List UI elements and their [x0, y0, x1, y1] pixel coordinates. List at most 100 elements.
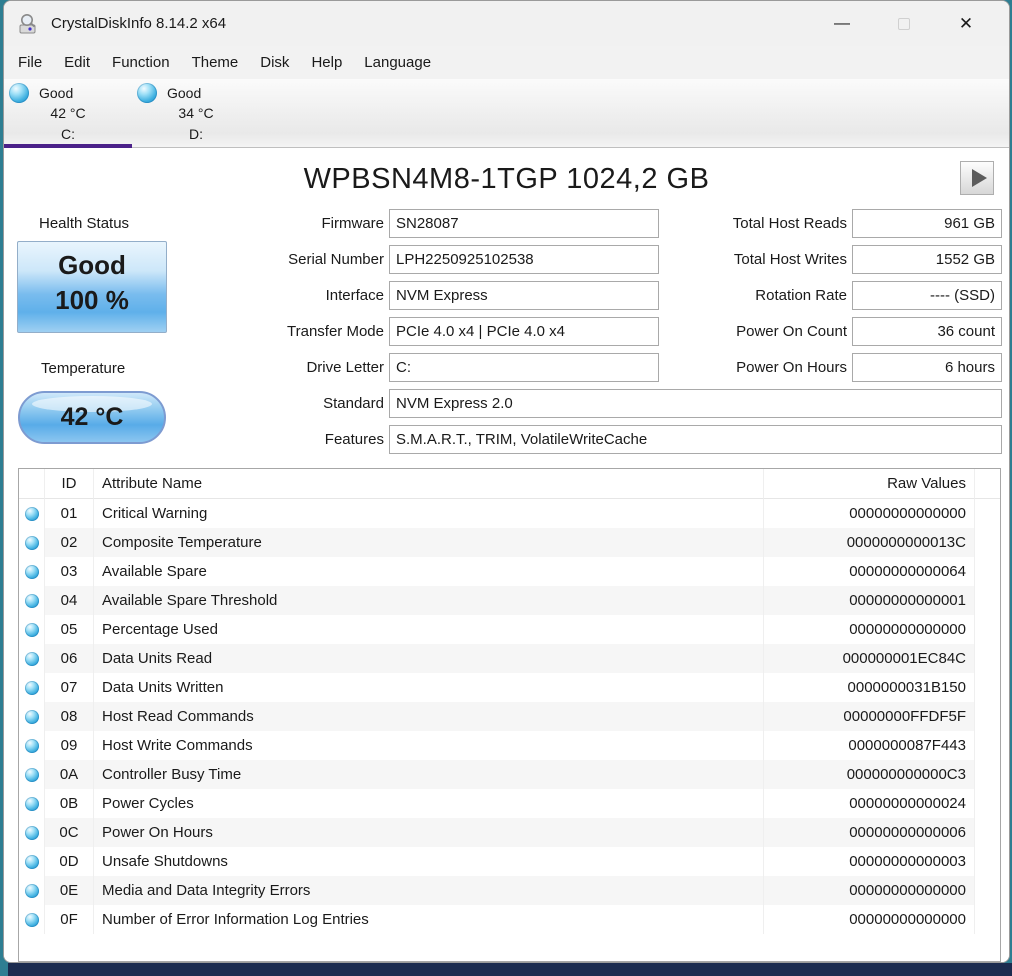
drive-status-text: Good — [167, 84, 202, 101]
drive-tab-d[interactable]: Good 34 °C D: — [132, 79, 260, 147]
attribute-status-orb-icon — [24, 506, 39, 521]
minimize-button[interactable]: — — [811, 1, 873, 46]
attribute-status-orb-icon — [24, 912, 39, 927]
attribute-id: 03 — [45, 557, 94, 586]
attribute-raw-value: 000000000000C3 — [764, 760, 975, 789]
menu-item-language[interactable]: Language — [353, 46, 442, 79]
menu-item-function[interactable]: Function — [101, 46, 181, 79]
field-label-serial-number: Serial Number — [288, 251, 384, 268]
table-row[interactable]: 0E Media and Data Integrity Errors 0000000… — [19, 876, 1000, 905]
menu-item-theme[interactable]: Theme — [181, 46, 250, 79]
attribute-name: Data Units Written — [94, 673, 764, 702]
raw-values-column-header: Raw Values — [764, 469, 975, 499]
field-value-features: S.M.A.R.T., TRIM, VolatileWriteCache — [389, 425, 1002, 454]
attribute-raw-value: 0000000031B150 — [764, 673, 975, 702]
table-row[interactable]: 04 Available Spare Threshold 0000000000000… — [19, 586, 1000, 615]
drive-tab-bar: Good 42 °C C: Good 34 °C D: — [4, 79, 1009, 148]
attribute-id: 0B — [45, 789, 94, 818]
row-status-cell — [19, 818, 45, 847]
table-row[interactable]: 05 Percentage Used 00000000000000 — [19, 615, 1000, 644]
maximize-icon — [898, 17, 910, 30]
row-status-cell — [19, 644, 45, 673]
close-button[interactable]: ✕ — [935, 1, 997, 46]
spacer-column-header — [975, 469, 1000, 499]
field-value-total-host-reads: 961 GB — [852, 209, 1002, 238]
drive-letter-text: D: — [189, 126, 203, 142]
attribute-name: Number of Error Information Log Entries — [94, 905, 764, 934]
field-label-rotation-rate: Rotation Rate — [755, 287, 847, 304]
app-window: CrystalDiskInfo 8.14.2 x64 — ✕ File Edit F… — [3, 0, 1010, 963]
drive-status-text: Good — [39, 84, 74, 101]
attribute-status-orb-icon — [24, 825, 39, 840]
attribute-status-orb-icon — [24, 854, 39, 869]
window-title: CrystalDiskInfo 8.14.2 x64 — [51, 15, 227, 32]
attribute-raw-value: 00000000000000 — [764, 499, 975, 528]
health-status-value: Good — [58, 250, 126, 280]
attribute-status-orb-icon — [24, 680, 39, 695]
attribute-status-orb-icon — [24, 796, 39, 811]
attribute-name: Power Cycles — [94, 789, 764, 818]
attribute-name: Composite Temperature — [94, 528, 764, 557]
attribute-status-orb-icon — [24, 622, 39, 637]
field-label-firmware: Firmware — [321, 215, 385, 232]
attribute-name: Critical Warning — [94, 499, 764, 528]
table-row[interactable]: 08 Host Read Commands 00000000FFDF5F — [19, 702, 1000, 731]
table-row[interactable]: 0B Power Cycles 00000000000024 — [19, 789, 1000, 818]
menu-item-file[interactable]: File — [7, 46, 53, 79]
row-status-cell — [19, 731, 45, 760]
temperature-value: 42 °C — [60, 403, 124, 431]
field-label-power-on-hours: Power On Hours — [736, 359, 847, 376]
row-spacer-cell — [975, 760, 1000, 789]
attribute-name: Power On Hours — [94, 818, 764, 847]
attribute-raw-value: 00000000000001 — [764, 586, 975, 615]
row-status-cell — [19, 615, 45, 644]
row-spacer-cell — [975, 818, 1000, 847]
menu-item-disk[interactable]: Disk — [249, 46, 300, 79]
app-logo-icon — [19, 13, 36, 33]
menu-item-help[interactable]: Help — [300, 46, 353, 79]
row-spacer-cell — [975, 731, 1000, 760]
drive-temp-text: 34 °C — [178, 105, 214, 121]
table-row[interactable]: 0A Controller Busy Time 000000000000C3 — [19, 760, 1000, 789]
temperature-box[interactable]: 42 °C — [18, 391, 166, 444]
row-spacer-cell — [975, 586, 1000, 615]
table-row[interactable]: 06 Data Units Read 000000001EC84C — [19, 644, 1000, 673]
attribute-status-orb-icon — [24, 883, 39, 898]
row-status-cell — [19, 905, 45, 934]
table-row[interactable]: 0C Power On Hours 00000000000006 — [19, 818, 1000, 847]
temperature-label: Temperature — [41, 360, 126, 377]
field-label-interface: Interface — [325, 287, 384, 304]
row-spacer-cell — [975, 876, 1000, 905]
table-row[interactable]: 01 Critical Warning 00000000000000 — [19, 499, 1000, 528]
maximize-button[interactable] — [873, 1, 935, 46]
table-row[interactable]: 03 Available Spare 00000000000064 — [19, 557, 1000, 586]
health-status-box[interactable]: Good 100 % — [17, 241, 167, 333]
drive-status-orb-icon — [9, 82, 29, 103]
next-drive-button[interactable] — [960, 161, 994, 195]
attribute-id: 06 — [45, 644, 94, 673]
row-status-cell — [19, 789, 45, 818]
table-row[interactable]: 09 Host Write Commands 0000000087F443 — [19, 731, 1000, 760]
menu-item-edit[interactable]: Edit — [53, 46, 101, 79]
row-status-cell — [19, 673, 45, 702]
drive-tab-c[interactable]: Good 42 °C C: — [4, 79, 132, 148]
row-spacer-cell — [975, 644, 1000, 673]
status-column-header — [19, 469, 45, 499]
row-status-cell — [19, 847, 45, 876]
drive-panel: WPBSN4M8-1TGP 1024,2 GB Health Status Go… — [4, 148, 1009, 962]
table-row[interactable]: 0F Number of Error Information Log Entrie… — [19, 905, 1000, 934]
health-percent-value: 100 % — [55, 285, 129, 315]
attribute-name: Media and Data Integrity Errors — [94, 876, 764, 905]
field-value-drive-letter: C: — [389, 353, 659, 382]
table-row[interactable]: 02 Composite Temperature 0000000000013C — [19, 528, 1000, 557]
attribute-id: 0C — [45, 818, 94, 847]
attribute-id: 04 — [45, 586, 94, 615]
table-row[interactable]: 0D Unsafe Shutdowns 00000000000003 — [19, 847, 1000, 876]
table-row[interactable]: 07 Data Units Written 0000000031B150 — [19, 673, 1000, 702]
drive-model-title: WPBSN4M8-1TGP 1024,2 GB — [303, 163, 710, 195]
health-status-label: Health Status — [39, 215, 130, 232]
attribute-id: 05 — [45, 615, 94, 644]
table-header-row: ID Attribute Name Raw Values — [19, 469, 1000, 499]
attribute-name: Host Write Commands — [94, 731, 764, 760]
drive-tab-top: Good — [4, 82, 132, 103]
